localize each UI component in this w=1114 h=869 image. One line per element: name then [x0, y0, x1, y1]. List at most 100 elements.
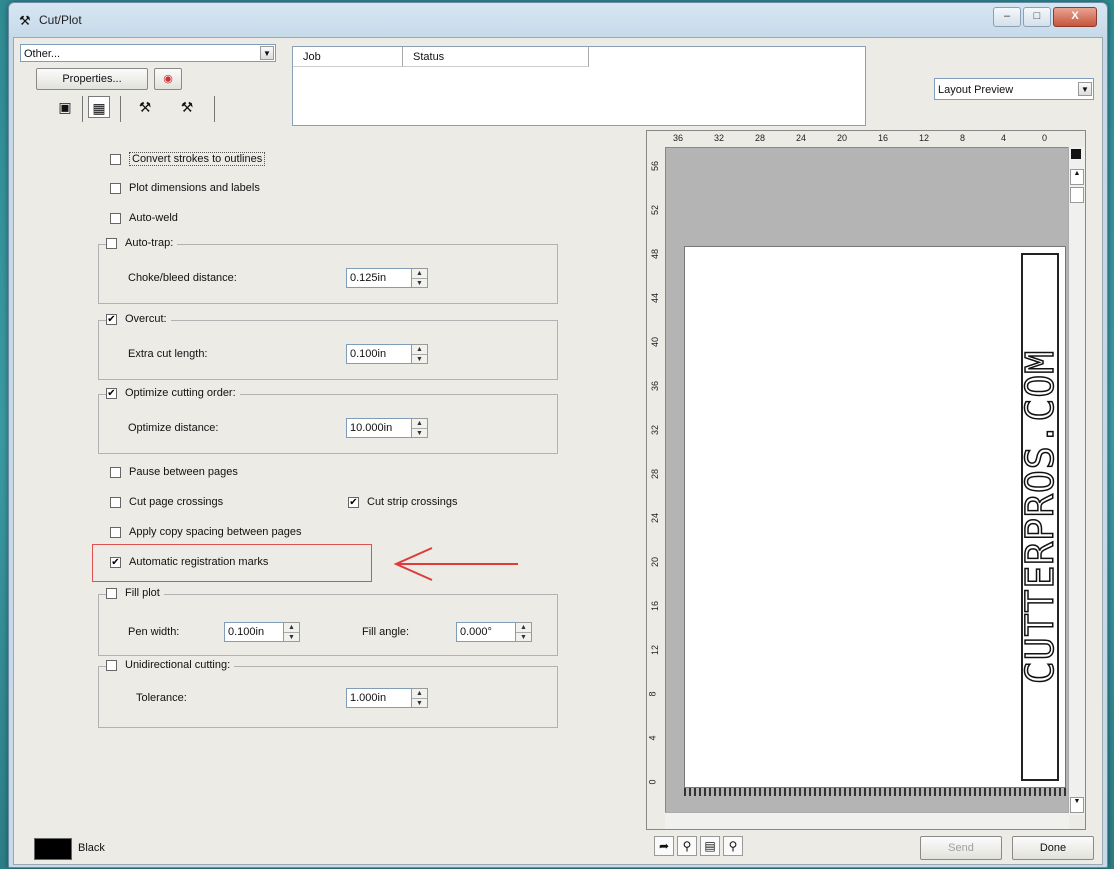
properties-button[interactable]: Properties... — [36, 68, 148, 90]
checkbox-box[interactable] — [106, 587, 117, 599]
horizontal-scrollbar[interactable] — [665, 812, 1069, 829]
dialog-client: Other... ▼ Properties... ◉ ▣ ▦ ⚒ ⚒ Job S… — [13, 37, 1103, 865]
auto-weld-checkbox[interactable]: Auto-weld — [110, 212, 178, 224]
column-job[interactable]: Job — [293, 47, 403, 67]
auto-trap-checkbox[interactable]: Auto-trap: — [106, 237, 178, 249]
arrow-down-icon[interactable]: ▼ — [412, 279, 427, 288]
checkbox-box[interactable]: ✔ — [110, 556, 121, 568]
arrow-up-icon[interactable]: ▲ — [412, 689, 427, 699]
checkbox-box[interactable]: ✔ — [348, 496, 359, 508]
fill-plot-checkbox[interactable]: Fill plot — [106, 587, 164, 599]
checkbox-box[interactable] — [110, 466, 121, 478]
ruler-left-label: 16 — [650, 600, 661, 612]
zoom-fit-button[interactable]: ⚲ — [723, 836, 743, 856]
done-button[interactable]: Done — [1012, 836, 1094, 860]
choke-bleed-input[interactable]: 0.125in — [346, 268, 412, 288]
extra-cut-stepper[interactable]: 0.100in ▲ ▼ — [346, 344, 428, 364]
send-button[interactable]: Send — [920, 836, 1002, 860]
extra-cut-input[interactable]: 0.100in — [346, 344, 412, 364]
spin-arrows[interactable]: ▲ ▼ — [516, 622, 532, 642]
cut-page-crossings-checkbox[interactable]: Cut page crossings — [110, 496, 223, 508]
checkbox-box[interactable] — [110, 212, 121, 224]
arrow-down-icon[interactable]: ▼ — [412, 699, 427, 708]
tab-plotter[interactable]: ⚒ — [134, 96, 156, 118]
tab-plotter-add[interactable]: ⚒ — [176, 96, 198, 118]
chevron-down-icon: ▼ — [1078, 82, 1092, 96]
auto-registration-marks-checkbox[interactable]: ✔ Automatic registration marks — [110, 556, 268, 568]
arrow-down-icon[interactable]: ▼ — [516, 633, 531, 642]
column-status[interactable]: Status — [403, 47, 589, 67]
checkbox-box[interactable] — [106, 659, 117, 671]
fill-angle-input[interactable]: 0.000° — [456, 622, 516, 642]
overcut-checkbox[interactable]: ✔ Overcut: — [106, 313, 171, 325]
arrow-up-icon[interactable]: ▲ — [412, 419, 427, 429]
optimize-order-checkbox[interactable]: ✔ Optimize cutting order: — [106, 387, 240, 399]
arrow-up-icon[interactable]: ▲ — [516, 623, 531, 633]
preview-canvas[interactable]: CUTTERPROS.COM — [666, 148, 1070, 814]
minimize-button[interactable]: – — [993, 7, 1021, 27]
page-tool-button[interactable]: ▤ — [700, 836, 720, 856]
checkbox-box[interactable] — [110, 153, 121, 165]
color-palette-button[interactable]: ◉ — [154, 68, 182, 90]
overcut-label: Overcut: — [125, 313, 167, 325]
checkbox-box[interactable] — [110, 182, 121, 194]
optimize-distance-stepper[interactable]: 10.000in ▲ ▼ — [346, 418, 428, 438]
scroll-up-button[interactable]: ▲ — [1070, 169, 1084, 185]
spin-arrows[interactable]: ▲ ▼ — [412, 418, 428, 438]
arrow-down-icon[interactable]: ▼ — [412, 429, 427, 438]
ruler-left-label: 0 — [647, 779, 658, 785]
spin-arrows[interactable]: ▲ ▼ — [412, 268, 428, 288]
arrow-down-icon[interactable]: ▼ — [284, 633, 299, 642]
fill-angle-label: Fill angle: — [362, 626, 410, 638]
plotter-icon: ⚒ — [19, 13, 31, 28]
cut-strip-crossings-checkbox[interactable]: ✔ Cut strip crossings — [348, 496, 457, 508]
job-list[interactable]: Job Status — [292, 46, 866, 126]
layout-preview[interactable]: 36 32 28 24 20 16 12 8 4 0 56 52 48 44 40 36 32 28 24 20 16… — [646, 130, 1086, 830]
extra-cut-label: Extra cut length: — [128, 348, 208, 360]
plot-dimensions-checkbox[interactable]: Plot dimensions and labels — [110, 182, 260, 194]
title-bar[interactable]: ⚒ Cut/Plot – □ X — [9, 3, 1107, 37]
spin-arrows[interactable]: ▲ ▼ — [284, 622, 300, 642]
pause-pages-checkbox[interactable]: Pause between pages — [110, 466, 238, 478]
checkbox-box[interactable] — [106, 237, 117, 249]
unidirectional-checkbox[interactable]: Unidirectional cutting: — [106, 659, 235, 671]
tolerance-input[interactable]: 1.000in — [346, 688, 412, 708]
convert-strokes-checkbox[interactable]: Convert strokes to outlines — [110, 152, 266, 166]
vertical-scrollbar[interactable]: ▲ ▼ — [1068, 147, 1085, 815]
pointer-tool-button[interactable]: ➦ — [654, 836, 674, 856]
arrow-up-icon[interactable]: ▲ — [284, 623, 299, 633]
scroll-thumb[interactable] — [1070, 187, 1084, 203]
apply-copy-spacing-checkbox[interactable]: Apply copy spacing between pages — [110, 526, 301, 538]
ruler-left-label: 52 — [650, 204, 661, 216]
checkbox-box[interactable]: ✔ — [106, 313, 117, 325]
ruler-left-label: 40 — [650, 336, 661, 348]
zoom-icon: ⚲ — [682, 839, 692, 853]
optimize-distance-label: Optimize distance: — [128, 422, 219, 434]
arrow-up-icon[interactable]: ▲ — [412, 345, 427, 355]
view-mode-select[interactable]: Layout Preview ▼ — [934, 78, 1094, 100]
checkbox-box[interactable] — [110, 496, 121, 508]
artwork-frame[interactable]: CUTTERPROS.COM — [1017, 253, 1063, 781]
arrow-up-icon: ▲ — [1073, 170, 1081, 177]
scroll-down-button[interactable]: ▼ — [1070, 797, 1084, 813]
zoom-tool-button[interactable]: ⚲ — [677, 836, 697, 856]
optimize-distance-input[interactable]: 10.000in — [346, 418, 412, 438]
spin-arrows[interactable]: ▲ ▼ — [412, 344, 428, 364]
arrow-down-icon[interactable]: ▼ — [412, 355, 427, 364]
tolerance-stepper[interactable]: 1.000in ▲ ▼ — [346, 688, 428, 708]
device-select[interactable]: Other... ▼ — [20, 44, 276, 62]
fill-angle-stepper[interactable]: 0.000° ▲ ▼ — [456, 622, 532, 642]
pen-width-input[interactable]: 0.100in — [224, 622, 284, 642]
tab-general[interactable]: ▣ — [54, 96, 76, 118]
tab-separator — [82, 96, 83, 122]
choke-bleed-stepper[interactable]: 0.125in ▲ ▼ — [346, 268, 428, 288]
maximize-button[interactable]: □ — [1023, 7, 1051, 27]
scroll-marker — [1071, 149, 1081, 159]
checkbox-box[interactable]: ✔ — [106, 387, 117, 399]
pen-width-stepper[interactable]: 0.100in ▲ ▼ — [224, 622, 300, 642]
checkbox-box[interactable] — [110, 526, 121, 538]
spin-arrows[interactable]: ▲ ▼ — [412, 688, 428, 708]
arrow-up-icon[interactable]: ▲ — [412, 269, 427, 279]
close-button[interactable]: X — [1053, 7, 1097, 27]
tab-options[interactable]: ▦ — [88, 96, 110, 118]
